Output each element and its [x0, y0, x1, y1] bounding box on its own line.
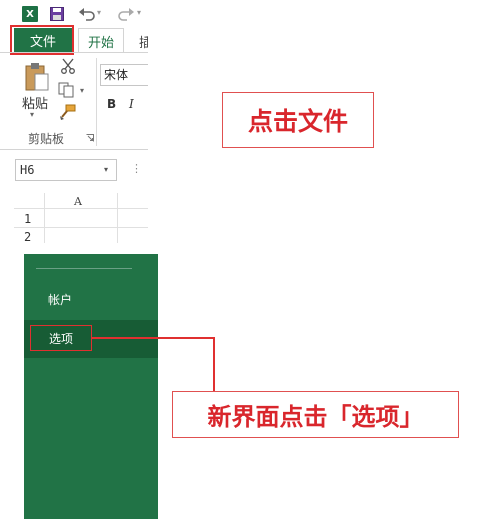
undo-icon[interactable]: [78, 6, 96, 22]
ribbon-group-separator: [96, 58, 97, 146]
grid-line: [44, 193, 45, 243]
row-header-1[interactable]: 1: [24, 212, 31, 226]
redo-icon[interactable]: [117, 6, 135, 22]
name-box-dropdown-icon[interactable]: ▾: [104, 165, 108, 174]
backstage-item-options[interactable]: 选项: [30, 325, 92, 351]
italic-button[interactable]: I: [129, 97, 134, 111]
ribbon-bottom-border: [0, 149, 148, 150]
tab-home[interactable]: 开始: [78, 28, 124, 53]
annotation-click-options: 新界面点击「选项」: [172, 391, 459, 438]
more-options-icon[interactable]: ⋮: [131, 162, 142, 175]
grid-line: [14, 227, 148, 228]
backstage-nav: [24, 254, 158, 519]
font-name-input[interactable]: 宋体: [100, 64, 148, 86]
paste-icon[interactable]: [24, 62, 50, 92]
copy-dropdown-icon[interactable]: ▾: [80, 86, 84, 95]
save-icon[interactable]: [50, 7, 64, 21]
excel-app-icon: X: [22, 6, 38, 22]
grid-line: [117, 193, 118, 243]
tab-divider: [0, 52, 148, 53]
cut-icon[interactable]: [60, 58, 76, 74]
tab-insert[interactable]: 插: [139, 32, 148, 51]
undo-dropdown-icon[interactable]: ▾: [97, 8, 101, 17]
paste-dropdown-icon[interactable]: ▾: [30, 110, 34, 119]
grid-line: [14, 208, 148, 209]
redo-dropdown-icon[interactable]: ▾: [137, 8, 141, 17]
name-box[interactable]: H6: [15, 159, 117, 181]
annotation-connector: [92, 337, 215, 339]
clipboard-group-label: 剪贴板: [28, 132, 65, 146]
backstage-divider: [36, 268, 132, 269]
paste-label[interactable]: 粘贴: [22, 93, 48, 112]
file-tab-highlight: [10, 25, 74, 55]
format-painter-icon[interactable]: [58, 104, 76, 120]
bold-button[interactable]: B: [107, 97, 116, 111]
dialog-launcher-icon[interactable]: [86, 134, 94, 142]
annotation-connector: [213, 337, 215, 392]
column-header-a[interactable]: A: [74, 195, 82, 208]
row-header-2[interactable]: 2: [24, 230, 31, 244]
copy-icon[interactable]: [58, 82, 76, 98]
backstage-item-account[interactable]: 帐户: [48, 291, 72, 308]
annotation-click-file: 点击文件: [222, 92, 374, 148]
